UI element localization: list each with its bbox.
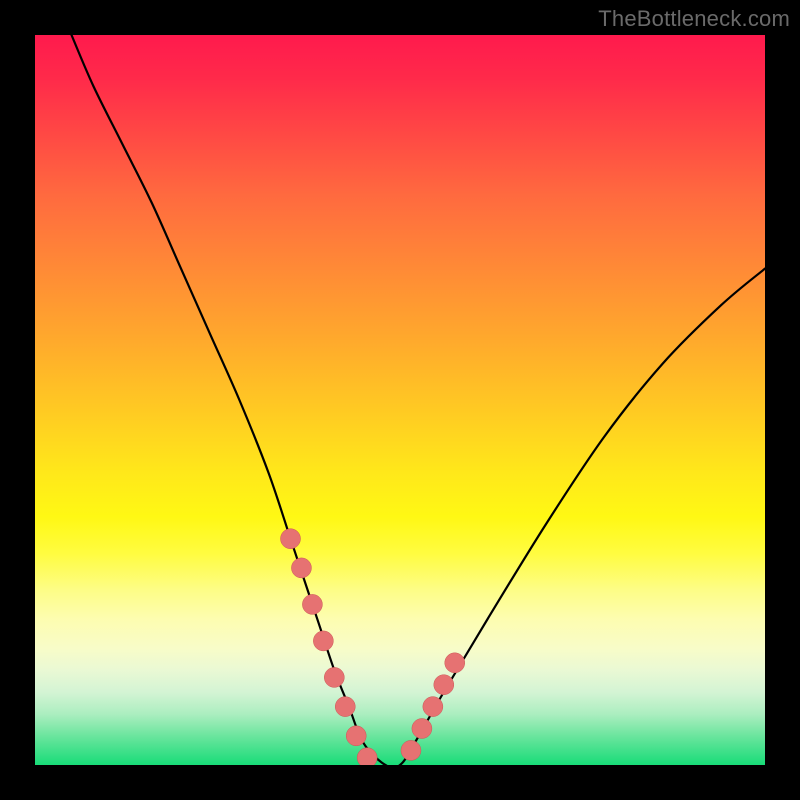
marker-dot [357,748,377,765]
marker-dot [324,667,344,687]
bottleneck-chart [35,35,765,765]
chart-svg [35,35,765,765]
marker-dot [302,594,322,614]
marker-dot [346,726,366,746]
marker-dot [412,719,432,739]
marker-dot [335,697,355,717]
watermark-label: TheBottleneck.com [598,6,790,32]
bottleneck-curve-line [72,35,766,765]
markers-left-group [281,529,378,765]
marker-dot [313,631,333,651]
marker-dot [445,653,465,673]
marker-dot [281,529,301,549]
marker-dot [401,740,421,760]
markers-right-group [401,653,465,761]
marker-dot [291,558,311,578]
marker-dot [434,675,454,695]
marker-dot [423,697,443,717]
